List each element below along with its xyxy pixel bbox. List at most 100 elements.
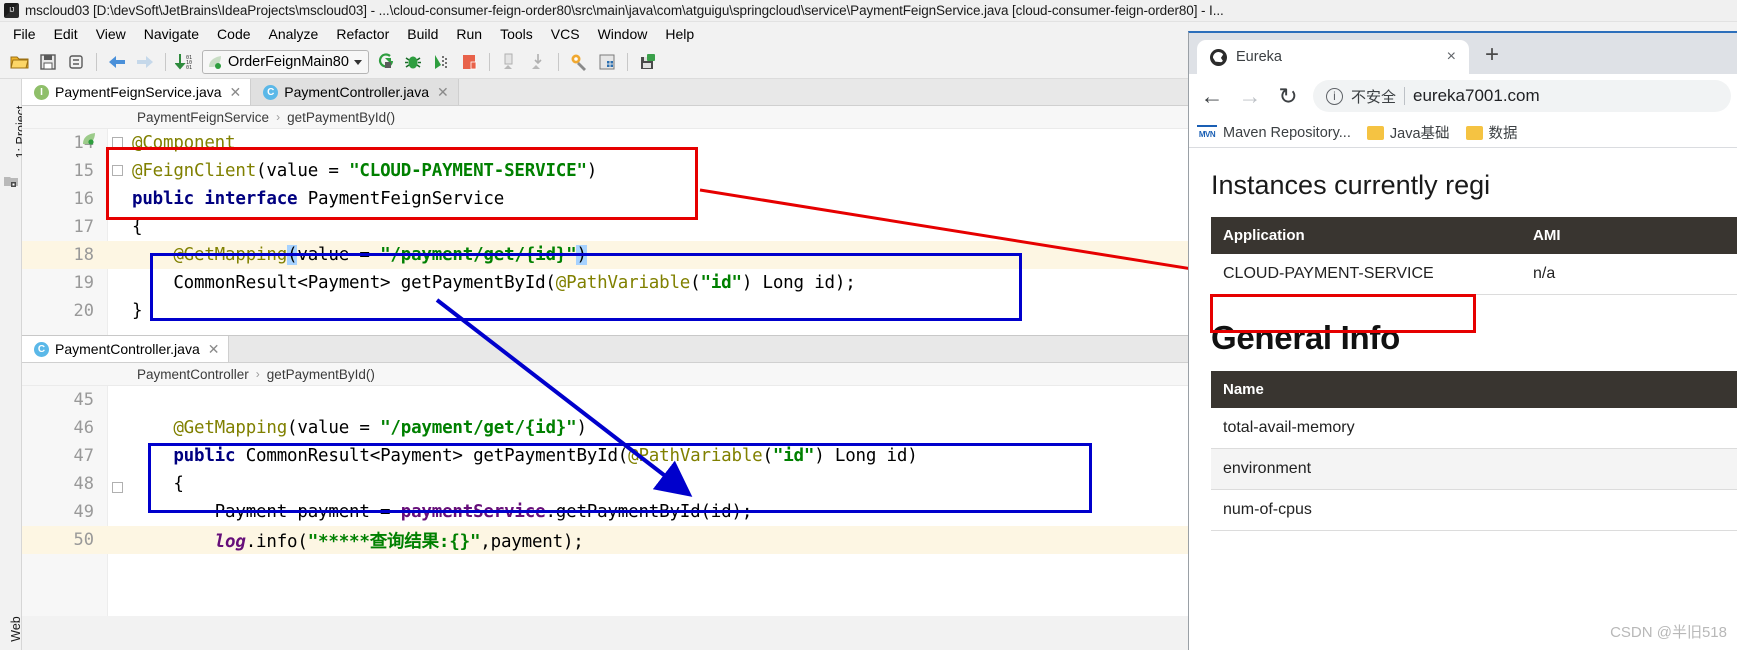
toolbar-separator-4 xyxy=(557,53,559,71)
toolbar-separator xyxy=(96,53,97,71)
table-row: environment xyxy=(1211,448,1737,490)
breadcrumb-method[interactable]: getPaymentById() xyxy=(267,367,375,382)
code-text: @GetMapping(value = "/payment/get/{id}") xyxy=(132,418,587,438)
close-icon[interactable]: ✕ xyxy=(230,84,242,101)
menu-item-vcs[interactable]: VCS xyxy=(542,24,589,44)
menu-item-navigate[interactable]: Navigate xyxy=(135,24,208,44)
debug-icon[interactable] xyxy=(399,49,427,75)
run-configuration-label: OrderFeignMain80 xyxy=(228,54,349,70)
back-icon[interactable] xyxy=(103,49,131,75)
instances-table: Application AMI CLOUD-PAYMENT-SERVICE n/… xyxy=(1211,217,1737,295)
profile-icon[interactable] xyxy=(496,49,524,75)
bookmark-label: Java基础 xyxy=(1389,126,1450,142)
eureka-page-content: Instances currently regi Application AMI… xyxy=(1189,148,1737,650)
fold-handle-icon[interactable] xyxy=(112,137,123,148)
menu-item-file[interactable]: File xyxy=(4,24,45,44)
breadcrumb-class[interactable]: PaymentController xyxy=(137,367,249,382)
address-bar[interactable]: i 不安全 eureka7001.com xyxy=(1313,80,1731,112)
class-badge-icon: C xyxy=(263,84,279,100)
cell-name: environment xyxy=(1211,448,1737,490)
forward-icon[interactable]: → xyxy=(1233,79,1267,113)
line-number: 17 xyxy=(73,217,94,237)
browser-tab-title: Eureka xyxy=(1236,49,1282,65)
structure-icon[interactable] xyxy=(593,49,621,75)
forward-icon[interactable] xyxy=(131,49,159,75)
run-configuration-selector[interactable]: OrderFeignMain80 xyxy=(202,50,369,74)
chevron-down-icon[interactable] xyxy=(353,59,362,65)
screenshot-root: mscloud03 [D:\devSoft\JetBrains\IdeaProj… xyxy=(0,0,1737,650)
close-icon[interactable]: ✕ xyxy=(208,341,220,358)
toolbar-separator-3 xyxy=(488,53,490,71)
menu-item-refactor[interactable]: Refactor xyxy=(327,24,398,44)
browser-tab-eureka[interactable]: Eureka × xyxy=(1197,40,1469,74)
code-text: { xyxy=(132,217,143,237)
svg-text:01: 01 xyxy=(186,65,192,71)
close-icon[interactable]: × xyxy=(1444,48,1459,66)
omnibox-divider xyxy=(1404,87,1406,105)
cell-application-name[interactable]: CLOUD-PAYMENT-SERVICE xyxy=(1211,254,1521,295)
back-icon[interactable]: ← xyxy=(1195,79,1229,113)
intellij-logo-icon xyxy=(4,3,19,18)
line-number: 18 xyxy=(73,245,94,265)
editor-tab-label: PaymentFeignService.java xyxy=(55,84,222,100)
fold-handle-icon[interactable] xyxy=(112,482,123,493)
close-icon[interactable]: ✕ xyxy=(437,84,449,101)
general-info-table: Name total-avail-memory environment num-… xyxy=(1211,371,1737,531)
stop-icon[interactable] xyxy=(455,49,483,75)
bookmark-label: 数据 xyxy=(1488,126,1518,142)
security-status-label: 不安全 xyxy=(1351,88,1397,106)
column-header-application: Application xyxy=(1211,217,1521,254)
menu-item-help[interactable]: Help xyxy=(656,24,703,44)
chevron-right-icon: › xyxy=(255,367,260,381)
save-all-icon[interactable] xyxy=(34,49,62,75)
open-folder-icon[interactable] xyxy=(6,49,34,75)
info-circle-icon[interactable]: i xyxy=(1326,87,1343,105)
line-number: 15 xyxy=(73,161,94,181)
toolbar-separator-2 xyxy=(165,53,166,71)
browser-tabstrip: Eureka × + xyxy=(1189,33,1737,74)
update-project-icon[interactable]: 01 10 01 xyxy=(172,49,200,75)
menu-item-code[interactable]: Code xyxy=(208,24,259,44)
sync-icon[interactable] xyxy=(62,49,90,75)
class-badge-icon: C xyxy=(34,341,49,357)
browser-navbar: ← → ↻ i 不安全 eureka7001.com xyxy=(1189,74,1737,118)
line-number: 19 xyxy=(73,273,94,293)
save-chip-icon[interactable] xyxy=(634,49,662,75)
new-tab-button[interactable]: + xyxy=(1485,41,1499,74)
reload-icon[interactable]: ↻ xyxy=(1271,79,1305,113)
chevron-right-icon: › xyxy=(276,110,281,124)
fold-handle-icon[interactable] xyxy=(112,165,123,176)
menu-item-build[interactable]: Build xyxy=(398,24,447,44)
cell-name: total-avail-memory xyxy=(1211,408,1737,449)
spring-bean-gutter-icon[interactable] xyxy=(82,132,96,146)
line-number: 49 xyxy=(73,502,94,522)
editor-tab-paymentcontroller[interactable]: C PaymentController.java ✕ xyxy=(251,79,459,105)
bookmark-data[interactable]: 数据 xyxy=(1465,122,1518,143)
run-with-coverage-icon[interactable] xyxy=(427,49,455,75)
table-header-row: Application AMI xyxy=(1211,217,1737,254)
menu-item-run[interactable]: Run xyxy=(447,24,491,44)
breadcrumb-method[interactable]: getPaymentById() xyxy=(287,110,395,125)
bookmark-java-basics[interactable]: Java基础 xyxy=(1366,122,1450,143)
attach-profiler-icon[interactable] xyxy=(524,49,552,75)
column-header-name: Name xyxy=(1211,371,1737,408)
editor-tab-paymentcontroller-bottom[interactable]: C PaymentController.java ✕ xyxy=(22,336,230,362)
menu-item-window[interactable]: Window xyxy=(589,24,657,44)
bookmark-label: Maven Repository... xyxy=(1223,124,1351,141)
line-number: 48 xyxy=(73,474,94,494)
window-titlebar: mscloud03 [D:\devSoft\JetBrains\IdeaProj… xyxy=(0,0,1737,22)
editor-tab-paymentfeignservice[interactable]: I PaymentFeignService.java ✕ xyxy=(22,79,252,105)
menu-item-edit[interactable]: Edit xyxy=(45,24,87,44)
project-folder-icon[interactable] xyxy=(4,175,18,188)
bookmark-maven-repository[interactable]: MVN Maven Repository... xyxy=(1197,125,1351,141)
table-header-row: Name xyxy=(1211,371,1737,408)
left-tool-rail: 1: Project Web xyxy=(0,79,28,650)
breadcrumb-class[interactable]: PaymentFeignService xyxy=(137,110,269,125)
menu-item-tools[interactable]: Tools xyxy=(491,24,542,44)
line-number: 45 xyxy=(73,390,94,410)
menu-item-view[interactable]: View xyxy=(87,24,135,44)
settings-gear-icon[interactable] xyxy=(565,49,593,75)
menu-item-analyze[interactable]: Analyze xyxy=(260,24,328,44)
rerun-icon[interactable] xyxy=(371,49,399,75)
sidebar-item-web[interactable]: Web xyxy=(9,599,23,650)
